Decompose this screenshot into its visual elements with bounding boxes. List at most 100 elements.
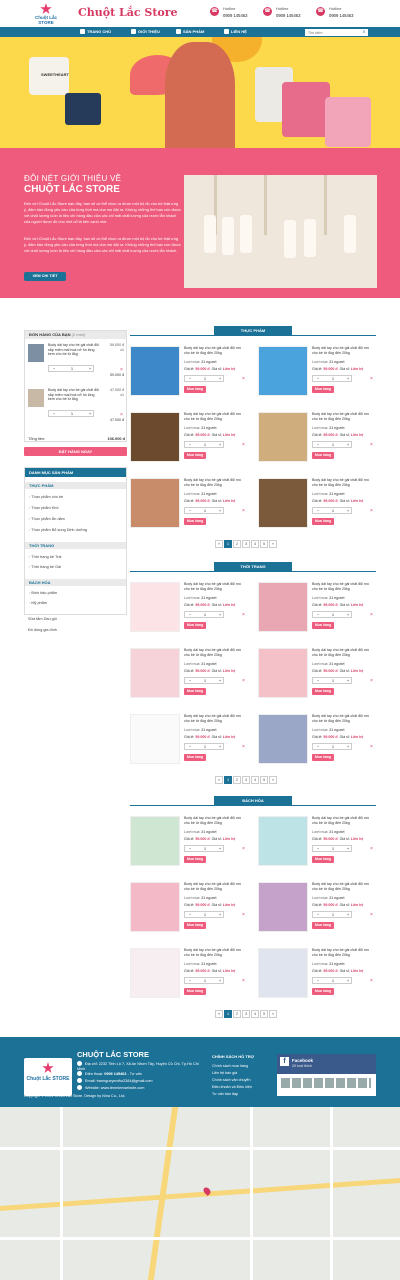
quantity-stepper[interactable]: −1 +	[184, 507, 224, 514]
page-link[interactable]: 3	[242, 1010, 250, 1018]
product-name[interactable]: Body dài tay cho bé gái chất đũi mù cho …	[312, 582, 374, 591]
product-image[interactable]	[130, 816, 180, 866]
quantity-stepper[interactable]: −1 +	[312, 845, 352, 852]
policy-link[interactable]: Tư vấn bán đạp	[212, 1092, 238, 1096]
product-name[interactable]: Body dài tay cho bé gái chất đũi mù cho …	[184, 346, 246, 355]
remove-icon[interactable]: ×	[370, 442, 373, 448]
category-item[interactable]: Mỹ phẩm	[29, 601, 47, 605]
buy-button[interactable]: Mua hàng	[184, 988, 206, 995]
category-item[interactable]: Thực phẩm Khô	[29, 506, 58, 510]
page-link[interactable]: 1	[224, 540, 232, 548]
quantity-stepper[interactable]: −1 +	[312, 677, 352, 684]
product-card[interactable]: Body dài tay cho bé gái chất đũi mù cho …	[130, 346, 248, 404]
product-image[interactable]	[130, 346, 180, 396]
quantity-stepper[interactable]: −1 +	[184, 743, 224, 750]
view-details-button[interactable]: XEM CHI TIẾT	[24, 272, 66, 281]
nav-item-home[interactable]: TRANG CHỦ	[80, 27, 111, 37]
product-name[interactable]: Body dài tay cho bé gái chất đũi mù cho …	[184, 714, 246, 723]
remove-icon[interactable]: ×	[242, 678, 245, 684]
page-link[interactable]: 3	[242, 540, 250, 548]
page-link[interactable]: 4	[251, 1010, 259, 1018]
buy-button[interactable]: Mua hàng	[184, 688, 206, 695]
site-logo[interactable]: Chuột Lắc STORE	[30, 3, 72, 25]
quantity-stepper[interactable]: −1 +	[48, 410, 94, 417]
quantity-stepper[interactable]: −1 +	[312, 507, 352, 514]
buy-button[interactable]: Mua hàng	[184, 518, 206, 525]
product-name[interactable]: Body dài tay cho bé gái chất đũi mù cho …	[184, 816, 246, 825]
category-group-grocery[interactable]: BÁCH HÓA	[25, 579, 126, 586]
remove-icon[interactable]: ×	[242, 744, 245, 750]
quantity-stepper[interactable]: −1 +	[184, 845, 224, 852]
policy-link[interactable]: Chính sách vận chuyển	[212, 1078, 251, 1082]
remove-icon[interactable]: ×	[370, 846, 373, 852]
page-link[interactable]: 5	[260, 776, 268, 784]
product-card[interactable]: Body dài tay cho bé gái chất đũi mù cho …	[258, 714, 376, 772]
page-link[interactable]: 5	[260, 1010, 268, 1018]
buy-button[interactable]: Mua hàng	[184, 922, 206, 929]
product-name[interactable]: Body dài tay cho bé gái chất đũi mù cho …	[184, 582, 246, 591]
product-card[interactable]: Body dài tay cho bé gái chất đũi mù cho …	[130, 582, 248, 640]
product-card[interactable]: Body dài tay cho bé gái chất đũi mù cho …	[130, 948, 248, 1006]
quantity-stepper[interactable]: −1 +	[312, 441, 352, 448]
quantity-stepper[interactable]: −1 +	[312, 611, 352, 618]
remove-icon[interactable]: ×	[370, 912, 373, 918]
quantity-stepper[interactable]: −1 +	[184, 977, 224, 984]
buy-button[interactable]: Mua hàng	[184, 754, 206, 761]
product-name[interactable]: Body dài tay cho bé gái chất đũi mù cho …	[312, 882, 374, 891]
page-link[interactable]: »	[269, 1010, 277, 1018]
product-card[interactable]: Body dài tay cho bé gái chất đũi mù cho …	[130, 714, 248, 772]
product-card[interactable]: Body dài tay cho bé gái chất đũi mù cho …	[130, 882, 248, 940]
remove-icon[interactable]: ×	[242, 508, 245, 514]
product-name[interactable]: Body dài tay cho bé gái chất đũi mù cho …	[312, 816, 374, 825]
category-item[interactable]: Thực phẩm cho bé	[29, 495, 63, 499]
product-name[interactable]: Body dài tay cho bé gái chất đũi mù cho …	[312, 346, 374, 355]
product-image[interactable]	[258, 882, 308, 932]
product-image[interactable]	[130, 714, 180, 764]
product-image[interactable]	[130, 882, 180, 932]
product-image[interactable]	[130, 412, 180, 462]
remove-icon[interactable]: ×	[370, 376, 373, 382]
search-icon[interactable]: ⌕	[360, 29, 368, 36]
product-image[interactable]	[258, 582, 308, 632]
category-item[interactable]: Thời trang bé Gái	[29, 565, 61, 569]
remove-icon[interactable]: ×	[242, 912, 245, 918]
category-item[interactable]: Sữa tắm Dầu gội	[28, 617, 57, 621]
quantity-stepper[interactable]: −1 +	[312, 375, 352, 382]
buy-button[interactable]: Mua hàng	[312, 754, 334, 761]
hotline-3[interactable]: ☎ Hotline 0909 145463	[316, 5, 366, 23]
product-name[interactable]: Body dài tay cho bé gái chất đũi mù cho …	[312, 648, 374, 657]
page-link[interactable]: «	[215, 1010, 223, 1018]
product-image[interactable]	[130, 582, 180, 632]
product-image[interactable]	[258, 412, 308, 462]
page-link[interactable]: 1	[224, 1010, 232, 1018]
page-link[interactable]: 2	[233, 1010, 241, 1018]
buy-button[interactable]: Mua hàng	[184, 452, 206, 459]
buy-button[interactable]: Mua hàng	[312, 688, 334, 695]
page-link[interactable]: »	[269, 776, 277, 784]
category-group-fashion[interactable]: THỜI TRANG	[25, 542, 126, 549]
nav-item-products[interactable]: SẢN PHẨM	[176, 27, 204, 37]
product-image[interactable]	[130, 948, 180, 998]
policy-link[interactable]: Chính sách mua hàng	[212, 1064, 248, 1068]
google-map[interactable]	[0, 1107, 400, 1280]
quantity-stepper[interactable]: −1 +	[48, 365, 94, 372]
product-name[interactable]: Body dài tay cho bé gái chất đũi mù cho …	[312, 478, 374, 487]
remove-icon[interactable]: ×	[242, 978, 245, 984]
page-link[interactable]: »	[269, 540, 277, 548]
product-name[interactable]: Body dài tay cho bé gái chất đũi mù cho …	[312, 714, 374, 723]
product-name[interactable]: Body dài tay cho bé gái chất đũi mù cho …	[184, 882, 246, 891]
product-image[interactable]	[258, 478, 308, 528]
category-group-food[interactable]: THỰC PHẨM	[25, 482, 126, 489]
nav-item-contact[interactable]: LIÊN HỆ	[224, 27, 247, 37]
buy-button[interactable]: Mua hàng	[312, 518, 334, 525]
remove-icon[interactable]: ×	[242, 376, 245, 382]
product-name[interactable]: Body dài tay cho bé gái chất đũi mù cho …	[312, 948, 374, 957]
quantity-stepper[interactable]: −1 +	[184, 611, 224, 618]
page-link[interactable]: 3	[242, 776, 250, 784]
product-card[interactable]: Body dài tay cho bé gái chất đũi mù cho …	[258, 478, 376, 536]
product-image[interactable]	[258, 816, 308, 866]
product-image[interactable]	[258, 948, 308, 998]
product-card[interactable]: Body dài tay cho bé gái chất đũi mù cho …	[258, 346, 376, 404]
hotline-2[interactable]: ☎ Hotline 0909 145463	[263, 5, 313, 23]
page-link[interactable]: «	[215, 776, 223, 784]
